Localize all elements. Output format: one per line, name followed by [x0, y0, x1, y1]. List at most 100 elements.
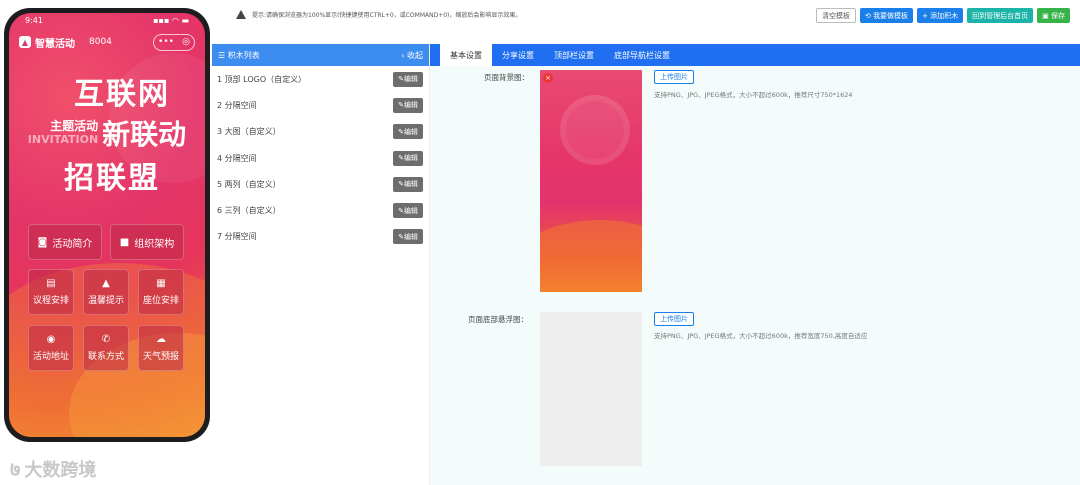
seating-button[interactable]: ▦ 座位安排	[138, 269, 184, 315]
block-item-label: 5 两列（自定义）	[217, 179, 281, 189]
edit-button[interactable]: ✎ 编辑	[393, 71, 423, 87]
background-image-preview: ×	[540, 70, 642, 292]
warning-icon	[236, 10, 246, 19]
float-image-label: 页面底部悬浮图：	[468, 315, 528, 324]
intro-icon: ◙	[37, 236, 48, 248]
edit-button[interactable]: ✎ 编辑	[393, 150, 423, 166]
block-item[interactable]: 1 顶部 LOGO（自定义） ✎ 编辑	[212, 66, 429, 92]
block-item-label: 6 三列（自定义）	[217, 206, 281, 216]
hero-line-1: 互联网	[74, 77, 170, 112]
location-icon: ◉	[46, 334, 56, 345]
edit-button[interactable]: ✎ 编辑	[393, 97, 423, 113]
collapse-button[interactable]: ‹ 收起	[401, 50, 423, 61]
upload-float-button[interactable]: 上传图片	[654, 312, 694, 326]
save-label: 保存	[1051, 11, 1065, 20]
editor-root: 9:41 ▪▪▪ ◠ ▬ ▲ 智慧活动 8004 ••• ◎ 互联网 主题活动 …	[0, 0, 1080, 485]
hero-subtitle: 主题活动 INVITATION	[28, 119, 98, 147]
plus-icon: +	[922, 11, 931, 20]
tips-button[interactable]: ▲ 温馨提示	[83, 269, 129, 315]
save-button[interactable]: ▣ 保存	[1037, 8, 1070, 23]
agenda-label: 议程安排	[32, 296, 69, 306]
edit-label: 编辑	[403, 154, 418, 163]
settings-tabs: 基本设置 分享设置 顶部栏设置 底部导航栏设置	[430, 44, 1080, 66]
add-block-label: 添加积木	[930, 11, 959, 20]
weather-button[interactable]: ☁ 天气预报	[138, 325, 184, 371]
save-icon: ▣	[1042, 11, 1051, 20]
preview-decor	[540, 220, 642, 292]
delete-image-icon[interactable]: ×	[543, 73, 553, 83]
phone-icon: ✆	[101, 334, 111, 345]
edit-label: 编辑	[403, 180, 418, 189]
block-item[interactable]: 4 分隔空间 ✎ 编辑	[212, 145, 429, 171]
close-circle-icon[interactable]: ◎	[182, 37, 190, 47]
block-item-label: 1 顶部 LOGO（自定义）	[217, 74, 307, 84]
agenda-icon: ▤	[46, 278, 56, 289]
org-label: 组织架构	[134, 238, 175, 250]
status-bar: 9:41 ▪▪▪ ◠ ▬	[9, 13, 205, 27]
contact-button[interactable]: ✆ 联系方式	[83, 325, 129, 371]
tab-basic[interactable]: 基本设置	[440, 44, 492, 66]
bg-image-label: 页面背景图：	[484, 73, 529, 82]
make-template-button[interactable]: ⟲ 我要做模板	[859, 8, 914, 23]
block-item-label: 7 分隔空间	[217, 232, 257, 242]
make-template-label: 我要做模板	[873, 11, 909, 20]
refresh-icon: ⟲	[864, 11, 874, 20]
add-block-button[interactable]: + 添加积木	[917, 8, 964, 23]
org-button[interactable]: ■ 组织架构	[110, 224, 184, 260]
address-label: 活动地址	[32, 352, 69, 362]
watermark-text: 大数跨境	[24, 459, 97, 481]
hero-invitation: INVITATION	[27, 133, 99, 146]
hero-title: 互联网 主题活动 INVITATION 新联动 招联盟	[9, 69, 205, 197]
edit-button[interactable]: ✎ 编辑	[393, 229, 423, 245]
edit-label: 编辑	[403, 232, 418, 241]
edit-button[interactable]: ✎ 编辑	[393, 203, 423, 219]
float-image-placeholder	[540, 312, 642, 466]
browser-hint: 提示:请确保浏览器为100%显示(快捷键使用CTRL+0，或COMMAND+0)…	[236, 10, 521, 19]
back-home-button[interactable]: 回到管理后台首页	[967, 8, 1034, 23]
tab-share[interactable]: 分享设置	[492, 44, 544, 66]
settings-content: 页面背景图： × 上传图片 支持PNG、JPG、JPEG格式，大小不超过600k…	[430, 66, 1080, 485]
mini-app-header: ▲ 智慧活动 8004 ••• ◎	[9, 31, 205, 53]
clear-template-button[interactable]: 清空模板	[815, 8, 856, 23]
block-list-panel: ☰ 积木列表 ‹ 收起 1 顶部 LOGO（自定义） ✎ 编辑 2 分隔空间 ✎ 编…	[212, 44, 430, 485]
bell-icon: ▲	[102, 278, 110, 289]
intro-label: 活动简介	[52, 238, 93, 250]
edit-button[interactable]: ✎ 编辑	[393, 176, 423, 192]
address-button[interactable]: ◉ 活动地址	[28, 325, 74, 371]
signal-icon: ▪▪▪ ◠ ▬	[153, 16, 189, 25]
watermark-logo-icon: ७	[10, 457, 21, 481]
document-icon: ■	[119, 236, 130, 248]
agenda-button[interactable]: ▤ 议程安排	[28, 269, 74, 315]
weather-label: 天气预报	[142, 352, 179, 362]
edit-label: 编辑	[403, 206, 418, 215]
preview-decor	[560, 95, 630, 165]
edit-button[interactable]: ✎ 编辑	[393, 124, 423, 140]
edit-label: 编辑	[403, 75, 418, 84]
watermark: ७ 大数跨境	[10, 455, 96, 482]
brand-logo-icon: ▲	[19, 36, 31, 48]
seating-label: 座位安排	[142, 296, 179, 306]
block-list-title-text: 积木列表	[227, 50, 260, 60]
tab-bottom-nav[interactable]: 底部导航栏设置	[604, 44, 680, 66]
block-item-label: 2 分隔空间	[217, 100, 257, 110]
block-item[interactable]: 2 分隔空间 ✎ 编辑	[212, 92, 429, 118]
upload-bg-button[interactable]: 上传图片	[654, 70, 694, 84]
block-item[interactable]: 6 三列（自定义） ✎ 编辑	[212, 197, 429, 223]
float-image-note: 支持PNG、JPG、JPEG格式，大小不超过600k，推荐宽度750,高度自适应	[654, 332, 868, 340]
contact-label: 联系方式	[87, 352, 124, 362]
hero-line-2: 主题活动 INVITATION 新联动	[9, 113, 205, 153]
block-item[interactable]: 3 大图（自定义） ✎ 编辑	[212, 119, 429, 145]
block-item-label: 3 大图（自定义）	[217, 127, 281, 137]
block-item[interactable]: 7 分隔空间 ✎ 编辑	[212, 224, 429, 250]
more-icon[interactable]: •••	[158, 37, 174, 47]
brand-number: 8004	[89, 37, 112, 47]
intro-button[interactable]: ◙ 活动简介	[28, 224, 102, 260]
tips-label: 温馨提示	[87, 296, 124, 306]
mini-app-capsule[interactable]: ••• ◎	[153, 33, 195, 51]
bg-image-note: 支持PNG、JPG、JPEG格式，大小不超过600k，推荐尺寸750*1624	[654, 91, 853, 99]
edit-label: 编辑	[403, 127, 418, 136]
block-item[interactable]: 5 两列（自定义） ✎ 编辑	[212, 171, 429, 197]
toolbar: 清空模板 ⟲ 我要做模板 + 添加积木 回到管理后台首页 ▣ 保存	[815, 8, 1070, 23]
status-time: 9:41	[25, 16, 43, 25]
tab-topbar[interactable]: 顶部栏设置	[544, 44, 604, 66]
